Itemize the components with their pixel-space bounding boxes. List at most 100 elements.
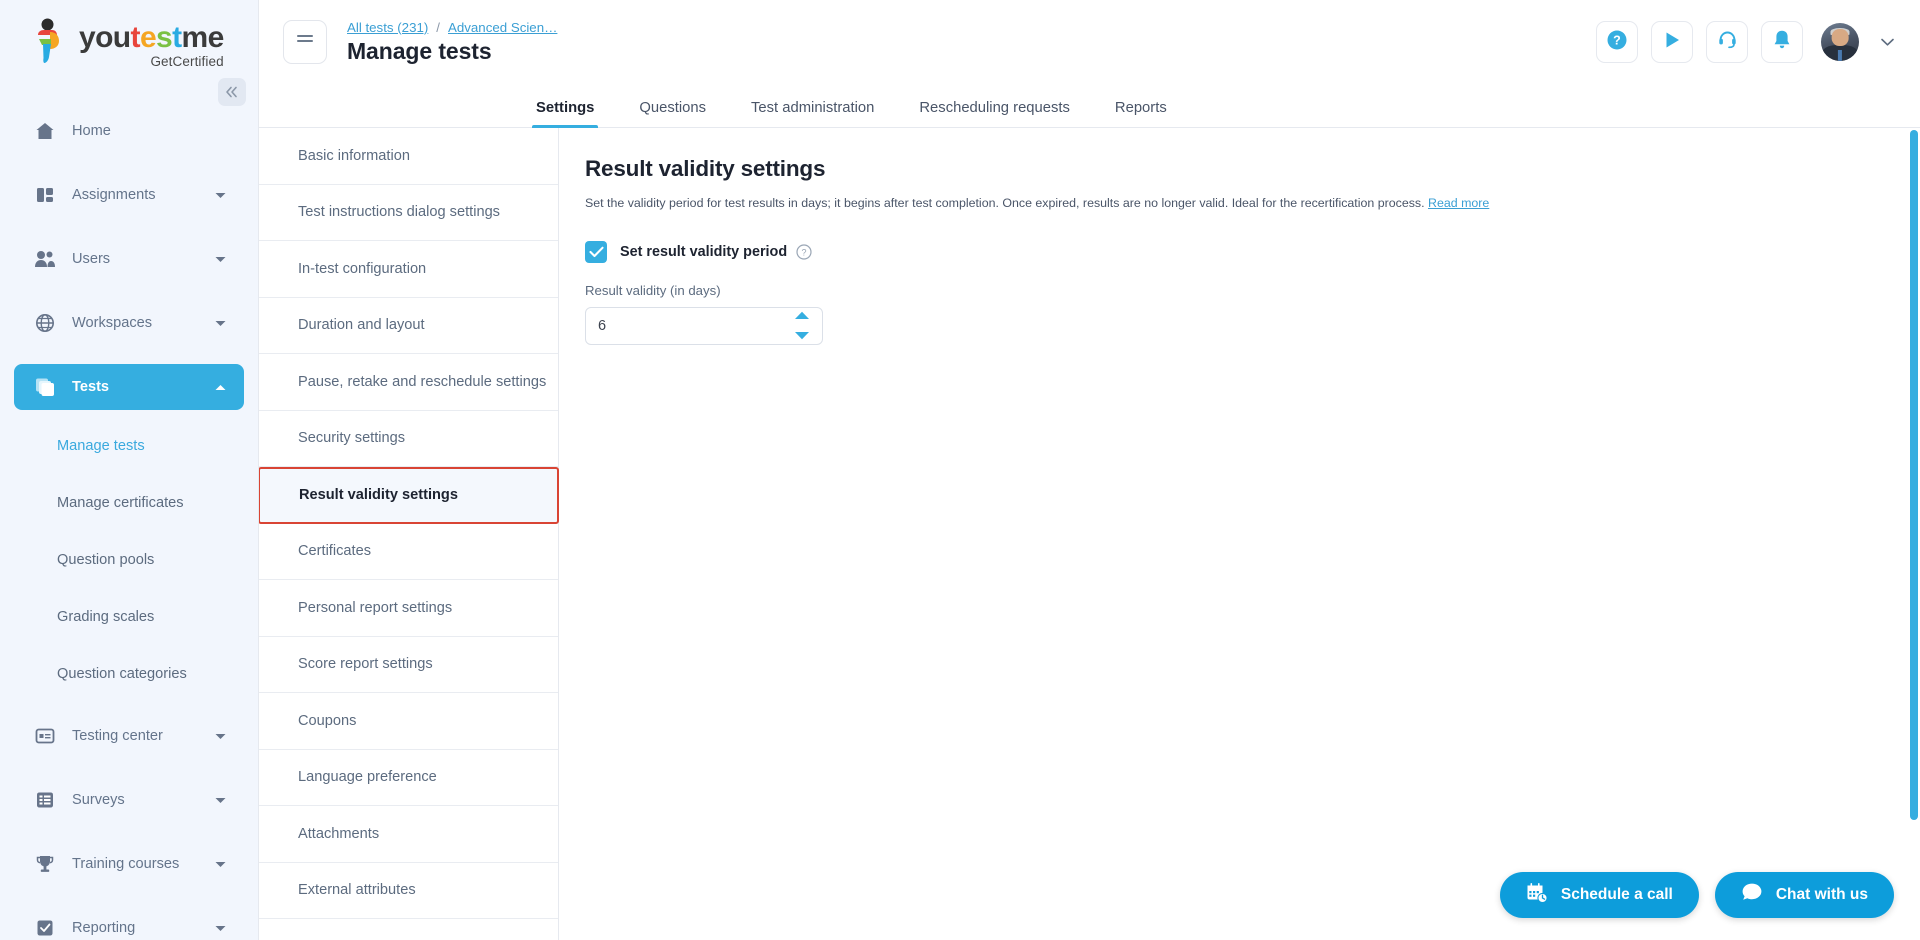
question-mark-circle-icon[interactable]: ? <box>796 244 812 260</box>
sidebar-subitem-label: Question pools <box>57 552 155 568</box>
panel-description-text: Set the validity period for test results… <box>585 196 1425 210</box>
top-actions: ? <box>1596 21 1894 63</box>
chevron-down-icon <box>215 728 226 744</box>
sidebar-item-label: Training courses <box>72 856 180 872</box>
setting-item-test-instructions-dialog-settings[interactable]: Test instructions dialog settings <box>259 185 558 241</box>
chevron-down-icon <box>215 187 226 203</box>
setting-item-duration-and-layout[interactable]: Duration and layout <box>259 298 558 354</box>
sidebar-item-tests[interactable]: Tests <box>14 364 244 410</box>
sidebar-subitem-label: Question categories <box>57 666 187 682</box>
page-scrollbar-thumb[interactable] <box>1910 130 1918 820</box>
sidebar-item-label: Reporting <box>72 920 136 936</box>
sidebar-item-surveys[interactable]: Surveys <box>14 777 244 823</box>
support-button[interactable] <box>1706 21 1748 63</box>
sidebar-item-label: Testing center <box>72 728 163 744</box>
setting-item-certificates[interactable]: Certificates <box>259 524 558 580</box>
setting-item-external-attributes[interactable]: External attributes <box>259 863 558 919</box>
breadcrumb-current-test[interactable]: Advanced Scien… <box>448 20 557 35</box>
setting-item-basic-information[interactable]: Basic information <box>259 128 558 185</box>
brand-tagline: GetCertified <box>150 54 224 69</box>
main-area: All tests (231) / Advanced Scien… Manage… <box>258 0 1920 940</box>
sidebar-collapse-button[interactable] <box>218 78 246 106</box>
avatar-chevron-down-icon[interactable] <box>1881 38 1894 46</box>
sidebar-item-testing-center[interactable]: Testing center <box>14 713 244 759</box>
sidebar-nav: Home Assignments Users Workspaces Tests … <box>0 108 258 940</box>
play-icon <box>1662 30 1682 55</box>
tab-test-administration[interactable]: Test administration <box>751 100 874 127</box>
page-title: Manage tests <box>347 37 492 64</box>
setting-item-result-validity-settings[interactable]: Result validity settings <box>259 467 559 524</box>
result-validity-days-field[interactable] <box>585 307 823 345</box>
sidebar: youtestme GetCertified Home Assignments … <box>0 0 258 940</box>
headset-support-icon <box>1717 29 1738 55</box>
sidebar-subitem-label: Manage certificates <box>57 495 184 511</box>
sidebar-subitem-label: Manage tests <box>57 438 145 454</box>
notifications-button[interactable] <box>1761 21 1803 63</box>
tab-rescheduling-requests[interactable]: Rescheduling requests <box>919 100 1070 127</box>
tab-questions[interactable]: Questions <box>639 100 706 127</box>
svg-text:?: ? <box>802 248 807 258</box>
spinner-down-icon[interactable] <box>794 327 810 345</box>
spinner-up-icon[interactable] <box>794 307 810 325</box>
quantity-stepper[interactable] <box>794 307 810 345</box>
set-validity-period-label: Set result validity period <box>620 244 788 260</box>
setting-item-personal-report-settings[interactable]: Personal report settings <box>259 580 558 637</box>
tab-reports[interactable]: Reports <box>1115 100 1167 127</box>
setting-item-attachments[interactable]: Attachments <box>259 806 558 863</box>
setting-item-security-settings[interactable]: Security settings <box>259 411 558 467</box>
chevron-down-icon <box>215 792 226 808</box>
sidebar-item-users[interactable]: Users <box>14 236 244 282</box>
sidebar-subitem-manage-tests[interactable]: Manage tests <box>0 428 258 464</box>
calendar-clock-icon <box>1526 882 1548 909</box>
set-validity-period-checkbox[interactable] <box>585 241 607 263</box>
schedule-a-call-label: Schedule a call <box>1560 886 1673 903</box>
sidebar-item-reporting[interactable]: Reporting <box>14 905 244 940</box>
chat-with-us-button[interactable]: Chat with us <box>1714 872 1894 918</box>
read-more-link[interactable]: Read more <box>1428 196 1489 210</box>
bell-notification-icon <box>1772 29 1792 55</box>
home-icon <box>34 120 56 142</box>
sidebar-item-home[interactable]: Home <box>14 108 244 154</box>
setting-item-score-report-settings[interactable]: Score report settings <box>259 637 558 693</box>
hamburger-icon <box>295 33 315 52</box>
chevron-down-icon <box>215 856 226 872</box>
breadcrumb-all-tests[interactable]: All tests (231) <box>347 20 428 35</box>
sidebar-subitem-manage-certificates[interactable]: Manage certificates <box>0 485 258 521</box>
tab-settings[interactable]: Settings <box>531 100 599 128</box>
sidebar-item-workspaces[interactable]: Workspaces <box>14 300 244 346</box>
setting-item-coupons[interactable]: Coupons <box>259 693 558 750</box>
sidebar-item-training-courses[interactable]: Training courses <box>14 841 244 887</box>
chevron-up-icon <box>215 379 226 395</box>
sidebar-item-label: Users <box>72 251 111 267</box>
users-icon <box>34 248 56 270</box>
result-validity-days-input[interactable] <box>598 318 794 334</box>
setting-item-language-preference[interactable]: Language preference <box>259 750 558 806</box>
sidebar-item-label: Home <box>72 123 111 139</box>
schedule-a-call-button[interactable]: Schedule a call <box>1499 872 1699 918</box>
tests-stack-icon <box>34 376 56 398</box>
top-bar: All tests (231) / Advanced Scien… Manage… <box>259 0 1920 84</box>
setting-item-in-test-configuration[interactable]: In-test configuration <box>259 241 558 298</box>
chat-with-us-label: Chat with us <box>1775 886 1868 903</box>
menu-toggle-button[interactable] <box>283 20 327 64</box>
setting-item-pause-retake-and-reschedule-settings[interactable]: Pause, retake and reschedule settings <box>259 354 558 411</box>
avatar[interactable] <box>1821 23 1859 61</box>
sidebar-subitem-question-pools[interactable]: Question pools <box>0 542 258 578</box>
surveys-icon <box>34 789 56 811</box>
page-scrollbar[interactable] <box>1909 128 1920 940</box>
breadcrumb: All tests (231) / Advanced Scien… <box>347 20 557 35</box>
chevron-down-icon <box>215 315 226 331</box>
sidebar-subitem-question-categories[interactable]: Question categories <box>0 656 258 692</box>
help-button[interactable]: ? <box>1596 21 1638 63</box>
sidebar-item-assignments[interactable]: Assignments <box>14 172 244 218</box>
reporting-icon <box>34 917 56 939</box>
header-text-block: All tests (231) / Advanced Scien… Manage… <box>347 20 557 65</box>
chevron-down-icon <box>215 920 226 936</box>
assignments-icon <box>34 184 56 206</box>
panel-title: Result validity settings <box>585 156 826 181</box>
sidebar-item-label: Tests <box>72 379 110 395</box>
brand-logo[interactable]: youtestme GetCertified <box>0 0 258 86</box>
tab-bar: Settings Questions Test administration R… <box>259 84 1920 128</box>
sidebar-subitem-grading-scales[interactable]: Grading scales <box>0 599 258 635</box>
play-tour-button[interactable] <box>1651 21 1693 63</box>
